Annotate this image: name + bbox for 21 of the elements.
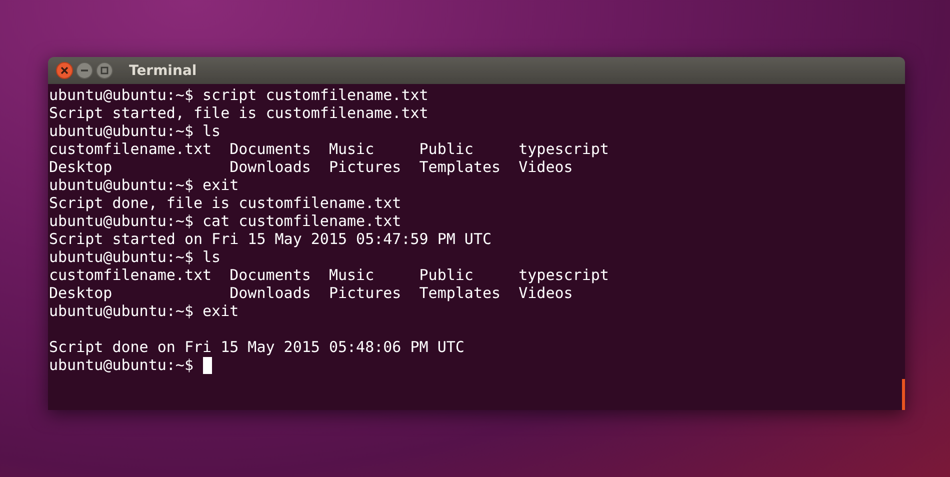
terminal-line: Script started on Fri 15 May 2015 05:47:59 PM UTC bbox=[49, 230, 492, 248]
cursor-block bbox=[202, 356, 212, 374]
window-title: Terminal bbox=[129, 62, 197, 78]
terminal-line: customfilename.txt Documents Music Public typescript bbox=[49, 266, 609, 284]
terminal-line: ubuntu@ubuntu:~$ exit bbox=[49, 302, 239, 320]
terminal-line: ubuntu@ubuntu:~$ script customfilename.txt bbox=[49, 86, 428, 104]
terminal-line: Desktop Downloads Pictures Templates Videos bbox=[49, 158, 573, 176]
terminal-line: Script done, file is customfilename.txt bbox=[49, 194, 402, 212]
terminal-line: Desktop Downloads Pictures Templates Videos bbox=[49, 284, 573, 302]
terminal-line: Script done on Fri 15 May 2015 05:48:06 PM UTC bbox=[49, 338, 464, 356]
terminal-line: ubuntu@ubuntu:~$ cat customfilename.txt bbox=[49, 212, 402, 230]
maximize-icon[interactable] bbox=[96, 62, 113, 79]
terminal-line: ubuntu@ubuntu:~$ ls bbox=[49, 248, 221, 266]
terminal-line: Script started, file is customfilename.txt bbox=[49, 104, 428, 122]
close-icon[interactable] bbox=[56, 62, 73, 79]
terminal-line: ubuntu@ubuntu:~$ exit bbox=[49, 176, 239, 194]
terminal-line: ubuntu@ubuntu:~$ bbox=[49, 356, 194, 374]
terminal-line: customfilename.txt Documents Music Public typescript bbox=[49, 140, 609, 158]
scrollbar[interactable] bbox=[902, 379, 905, 410]
minimize-icon[interactable] bbox=[76, 62, 93, 79]
terminal-line: ubuntu@ubuntu:~$ ls bbox=[49, 122, 221, 140]
